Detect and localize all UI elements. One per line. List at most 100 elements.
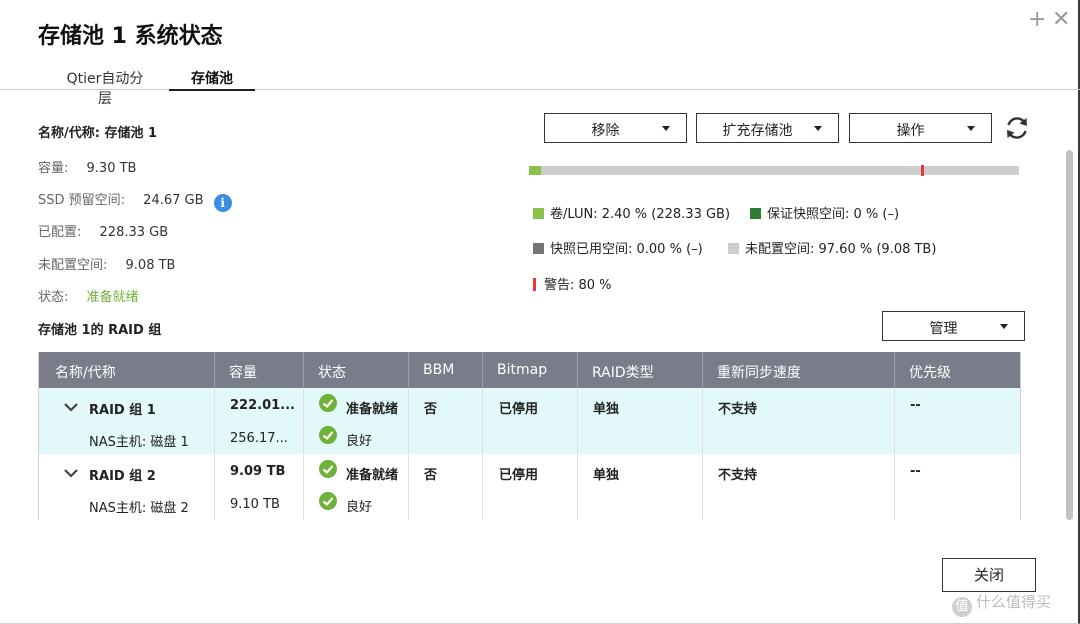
- capacity-label: 容量:: [38, 161, 69, 176]
- table-row-group[interactable]: RAID 组 2 9.09 TB 准备就绪 否 已停用 单独 不支持 -- NA…: [39, 454, 1020, 520]
- raid-section-title: 存储池 1的 RAID 组: [38, 323, 162, 338]
- expand-pool-button-label: 扩充存储池: [722, 123, 793, 139]
- add-icon[interactable]: +: [1028, 8, 1046, 32]
- column-header-priority[interactable]: 优先级: [909, 362, 951, 382]
- legend-snapshot-used: 快照已用空间: 0.00 % (–): [533, 238, 703, 257]
- check-circle-icon: [319, 426, 337, 444]
- raid-group-name: RAID 组 1: [89, 403, 156, 418]
- table-header: 名称/代称 容量 状态 BBM Bitmap RAID类型 重新同步速度 优先级: [39, 352, 1020, 388]
- raid-group-capacity: 222.01...: [230, 398, 295, 413]
- caret-down-icon: [814, 126, 822, 131]
- capacity-value: 9.30 TB: [86, 161, 137, 176]
- legend-guaranteed-text: 保证快照空间: 0 % (–): [767, 207, 900, 222]
- raid-group-type: 单独: [593, 402, 620, 417]
- disk-capacity: 9.10 TB: [230, 497, 280, 512]
- status-label: 状态:: [38, 290, 69, 305]
- pool-name-value: 存储池 1: [104, 126, 158, 141]
- check-circle-icon: [319, 394, 337, 412]
- column-header-resync-speed[interactable]: 重新同步速度: [717, 362, 801, 382]
- raid-group-bbm: 否: [424, 402, 438, 417]
- operate-button[interactable]: 操作: [849, 113, 992, 143]
- legend-swatch-warning: [533, 278, 536, 291]
- legend-swatch-guaranteed: [750, 208, 761, 219]
- legend-volume: 卷/LUN: 2.40 % (228.33 GB): [533, 203, 730, 222]
- tab-bar: Qtier自动分层 存储池: [0, 62, 1080, 107]
- caret-down-icon: [967, 126, 975, 131]
- legend-snapshot-text: 快照已用空间: 0.00 % (–): [550, 242, 703, 257]
- status-value: 准备就绪: [86, 290, 139, 305]
- raid-group-type: 单独: [593, 468, 620, 483]
- refresh-icon[interactable]: [1003, 114, 1031, 142]
- disk-capacity: 256.17...: [230, 431, 288, 446]
- legend-warning: 警告: 80 %: [533, 274, 612, 293]
- watermark: 值什么值得买: [952, 591, 1051, 617]
- unallocated-row: 未配置空间: 9.08 TB: [38, 254, 175, 273]
- legend-swatch-unallocated: [728, 243, 739, 254]
- raid-group-priority: --: [910, 398, 921, 413]
- status-row: 状态: 准备就绪: [38, 286, 139, 305]
- legend-guaranteed-snapshot: 保证快照空间: 0 % (–): [750, 203, 899, 222]
- column-header-bitmap[interactable]: Bitmap: [497, 362, 547, 378]
- raid-group-status: 准备就绪: [346, 468, 399, 483]
- column-header-name[interactable]: 名称/代称: [55, 362, 116, 382]
- column-header-raid-type[interactable]: RAID类型: [592, 362, 654, 382]
- legend-unallocated: 未配置空间: 97.60 % (9.08 TB): [728, 238, 936, 257]
- check-circle-icon: [319, 460, 337, 478]
- usage-bar: [529, 165, 1019, 176]
- allocated-row: 已配置: 228.33 GB: [38, 221, 168, 240]
- column-header-status[interactable]: 状态: [318, 362, 346, 382]
- pool-name-row: 名称/代称: 存储池 1: [38, 122, 157, 141]
- ssd-reserved-value: 24.67 GB: [143, 193, 204, 208]
- header-divider: [894, 352, 895, 388]
- raid-group-capacity: 9.09 TB: [230, 464, 286, 479]
- operate-button-label: 操作: [896, 123, 925, 139]
- raid-group-resync: 不支持: [718, 468, 758, 483]
- info-icon[interactable]: i: [213, 194, 232, 212]
- watermark-text: 什么值得买: [976, 593, 1052, 611]
- header-divider: [702, 352, 703, 388]
- header-divider: [482, 352, 483, 388]
- raid-table: 名称/代称 容量 状态 BBM Bitmap RAID类型 重新同步速度 优先级…: [38, 352, 1021, 520]
- manage-button[interactable]: 管理: [882, 311, 1025, 341]
- close-icon[interactable]: ✕: [1052, 8, 1070, 32]
- allocated-label: 已配置:: [38, 225, 82, 240]
- close-button[interactable]: 关闭: [942, 558, 1036, 592]
- check-circle-icon: [319, 492, 337, 510]
- ssd-reserved-label: SSD 预留空间:: [38, 193, 126, 208]
- column-header-capacity[interactable]: 容量: [229, 362, 257, 382]
- chevron-down-icon[interactable]: [64, 466, 78, 480]
- chevron-down-icon[interactable]: [64, 400, 78, 414]
- legend-unallocated-text: 未配置空间: 97.60 % (9.08 TB): [745, 242, 937, 257]
- raid-group-bbm: 否: [424, 468, 438, 483]
- watermark-logo: 值: [952, 597, 972, 617]
- column-header-bbm[interactable]: BBM: [423, 362, 454, 378]
- unallocated-value: 9.08 TB: [125, 258, 176, 273]
- raid-group-name: RAID 组 2: [89, 469, 156, 484]
- disk-name: NAS主机: 磁盘 1: [89, 435, 189, 450]
- legend-warning-text: 警告: 80 %: [544, 278, 612, 293]
- vertical-scrollbar[interactable]: [1066, 150, 1073, 520]
- disk-status: 良好: [346, 500, 373, 515]
- caret-down-icon: [662, 126, 670, 131]
- remove-button[interactable]: 移除: [544, 113, 687, 143]
- raid-group-status: 准备就绪: [346, 402, 399, 417]
- disk-name: NAS主机: 磁盘 2: [89, 501, 189, 516]
- legend-swatch-volume: [533, 208, 544, 219]
- header-divider: [303, 352, 304, 388]
- table-row-group[interactable]: RAID 组 1 222.01... 准备就绪 否 已停用 单独 不支持 -- …: [39, 388, 1020, 454]
- header-divider: [577, 352, 578, 388]
- header-divider: [408, 352, 409, 388]
- expand-pool-button[interactable]: 扩充存储池: [696, 113, 839, 143]
- raid-group-bitmap: 已停用: [499, 468, 539, 483]
- usage-bar-warning-marker: [921, 165, 924, 176]
- capacity-row: 容量: 9.30 TB: [38, 157, 136, 176]
- storage-pool-status-window: 存储池 1 系统状态 + ✕ Qtier自动分层 存储池 名称/代称: 存储池 …: [0, 0, 1080, 624]
- allocated-value: 228.33 GB: [99, 225, 169, 240]
- tab-qtier[interactable]: Qtier自动分层: [60, 68, 150, 107]
- remove-button-label: 移除: [591, 123, 620, 139]
- raid-group-bitmap: 已停用: [499, 402, 539, 417]
- manage-button-label: 管理: [929, 321, 958, 337]
- legend-volume-text: 卷/LUN: 2.40 % (228.33 GB): [550, 207, 731, 222]
- tab-storage-pool[interactable]: 存储池: [169, 68, 255, 91]
- legend-swatch-snapshot: [533, 243, 544, 254]
